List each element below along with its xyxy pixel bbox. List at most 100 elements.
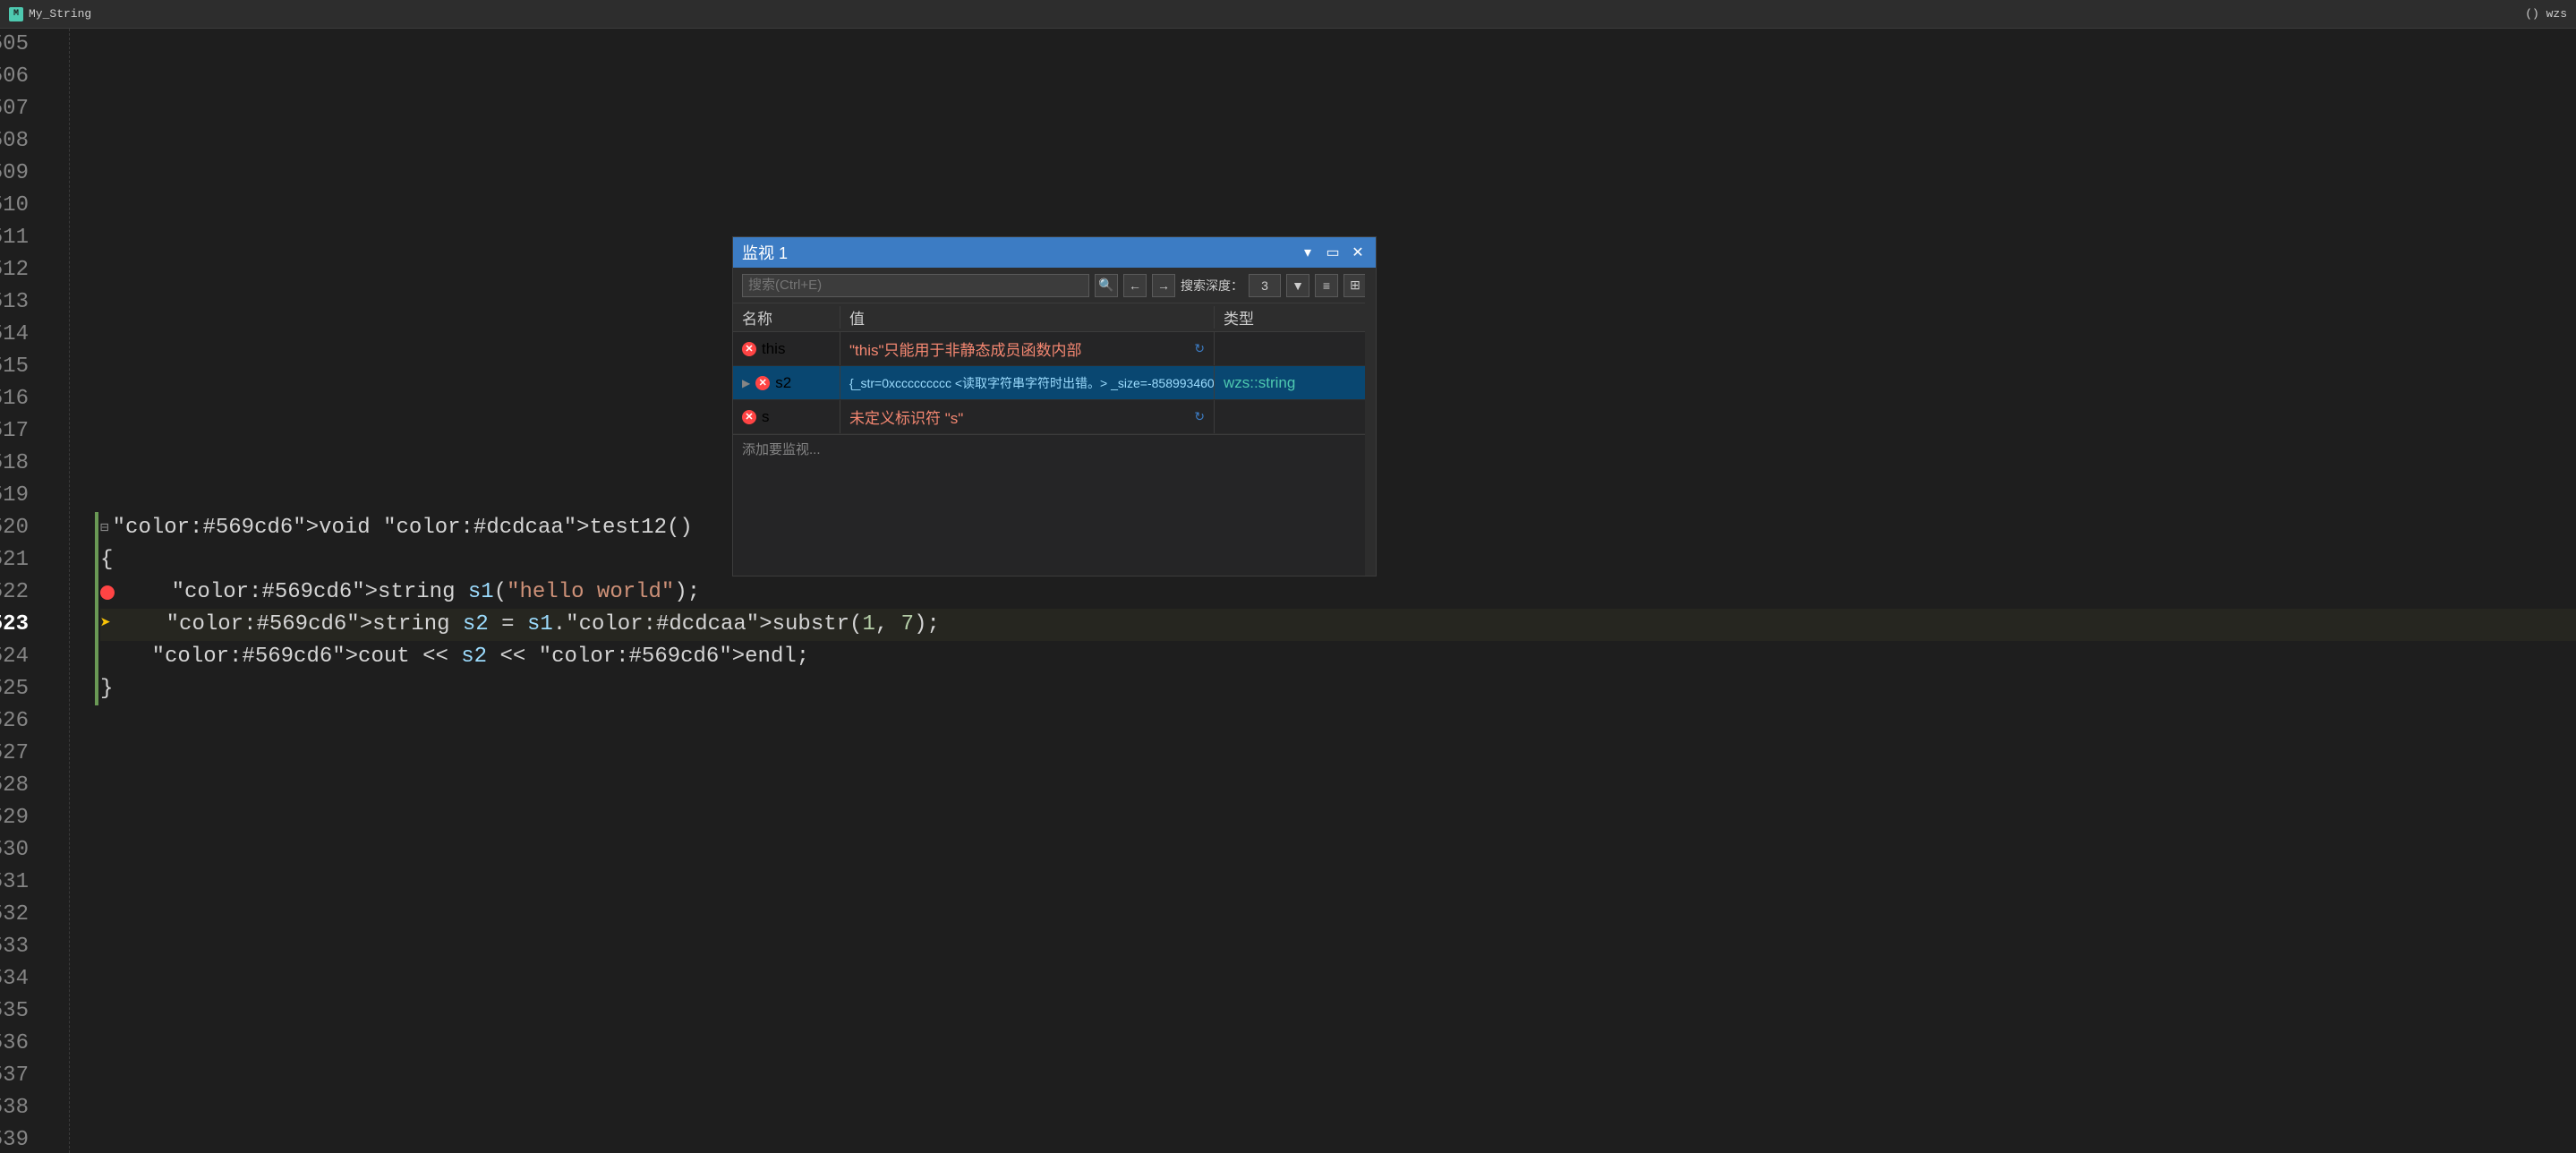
add-watch-label: 添加要监视...	[742, 440, 821, 458]
code-line-528	[100, 770, 2576, 802]
code-text-521: {	[100, 544, 113, 576]
line-number-526: 526	[0, 705, 41, 738]
refresh-icon-s[interactable]: ↻	[1194, 409, 1205, 424]
depth-down-btn[interactable]: ▼	[1286, 274, 1309, 297]
watch-cell-type-s	[1215, 400, 1376, 433]
code-panel: 5055065075085095105115125135145155165175…	[0, 29, 2576, 1153]
line-number-521: 521	[0, 544, 41, 576]
code-line-505	[100, 29, 2576, 61]
file-title: My_String	[29, 7, 91, 21]
watch-cell-type-s2: wzs::string	[1215, 366, 1376, 399]
code-line-531	[100, 867, 2576, 899]
code-content[interactable]: ⊟"color:#569cd6">void "color:#dcdcaa">te…	[91, 29, 2576, 1153]
settings-btn[interactable]: ⊞	[1343, 274, 1367, 297]
line-number-511: 511	[0, 222, 41, 254]
nav-forward-btn[interactable]: →	[1152, 274, 1175, 297]
watch-panel: 监视 1 ▾ ▭ ✕ 🔍 ← → 搜索深度： ▼ ≡ ⊞ 名称 值 类型 ✕ t…	[732, 236, 1377, 576]
refresh-icon-this[interactable]: ↻	[1194, 341, 1205, 356]
line-number-506: 506	[0, 61, 41, 93]
code-line-536	[100, 1028, 2576, 1060]
code-text-522: "color:#569cd6">string s1("hello world")…	[120, 576, 700, 609]
code-line-532	[100, 899, 2576, 931]
watch-title-buttons: ▾ ▭ ✕	[1299, 243, 1367, 261]
watch-cell-name-s: ✕ s	[733, 400, 840, 433]
watch-row-s[interactable]: ✕ s 未定义标识符 "s" ↻	[733, 400, 1376, 434]
code-line-523: ➤ "color:#569cd6">string s2 = s1."color:…	[100, 609, 2576, 641]
code-line-522: "color:#569cd6">string s1("hello world")…	[100, 576, 2576, 609]
code-line-533	[100, 931, 2576, 963]
line-number-536: 536	[0, 1028, 41, 1060]
watch-type-s2: wzs::string	[1224, 374, 1295, 392]
fold-indicator-520[interactable]: ⊟	[100, 512, 109, 544]
code-line-507	[100, 93, 2576, 125]
watch-close-btn[interactable]: ✕	[1349, 243, 1367, 261]
line-number-528: 528	[0, 770, 41, 802]
line-number-512: 512	[0, 254, 41, 286]
line-number-525: 525	[0, 673, 41, 705]
expand-arrow-s2[interactable]: ▶	[742, 377, 750, 389]
line-number-517: 517	[0, 415, 41, 448]
line-number-533: 533	[0, 931, 41, 963]
watch-row-s2[interactable]: ▶ ✕ s2 {_str=0xccccccccc <读取字符串字符时出错。> _…	[733, 366, 1376, 400]
line-number-534: 534	[0, 963, 41, 995]
add-watch-row[interactable]: 添加要监视...	[733, 434, 1376, 463]
line-number-523: 523	[0, 609, 41, 641]
code-text-520: "color:#569cd6">void "color:#dcdcaa">tes…	[113, 512, 693, 544]
nav-back-btn[interactable]: ←	[1123, 274, 1147, 297]
line-number-539: 539	[0, 1124, 41, 1153]
code-line-529	[100, 802, 2576, 834]
code-line-539	[100, 1124, 2576, 1153]
code-line-535	[100, 995, 2576, 1028]
current-arrow: ➤	[100, 609, 111, 641]
line-number-510: 510	[0, 190, 41, 222]
search-icon-btn[interactable]: 🔍	[1095, 274, 1118, 297]
code-text-524: "color:#569cd6">cout << s2 << "color:#56…	[100, 641, 809, 673]
line-number-513: 513	[0, 286, 41, 319]
watch-value-s: 未定义标识符 "s"	[849, 406, 963, 428]
code-line-509	[100, 158, 2576, 190]
watch-row-this[interactable]: ✕ this "this"只能用于非静态成员函数内部 ↻	[733, 332, 1376, 366]
code-line-538	[100, 1092, 2576, 1124]
watch-cell-name-s2: ▶ ✕ s2	[733, 366, 840, 399]
watch-pin-btn[interactable]: ▾	[1299, 243, 1317, 261]
line-number-507: 507	[0, 93, 41, 125]
code-line-526	[100, 705, 2576, 738]
code-line-537	[100, 1060, 2576, 1092]
error-icon-s: ✕	[742, 410, 756, 424]
code-line-510	[100, 190, 2576, 222]
watch-cell-type-this	[1215, 332, 1376, 365]
watch-name-s: s	[762, 408, 770, 426]
line-number-522: 522	[0, 576, 41, 609]
app-icon: M	[9, 7, 23, 21]
watch-name-this: this	[762, 340, 785, 358]
line-number-529: 529	[0, 802, 41, 834]
line-numbers: 5055065075085095105115125135145155165175…	[0, 29, 54, 1153]
line-number-515: 515	[0, 351, 41, 383]
code-line-527	[100, 738, 2576, 770]
line-number-538: 538	[0, 1092, 41, 1124]
filter-btn[interactable]: ≡	[1315, 274, 1338, 297]
code-line-508	[100, 125, 2576, 158]
line-number-530: 530	[0, 834, 41, 867]
watch-scrollbar[interactable]	[1365, 268, 1376, 576]
watch-restore-btn[interactable]: ▭	[1324, 243, 1342, 261]
title-bar: M My_String () wzs	[0, 0, 2576, 29]
code-line-534	[100, 963, 2576, 995]
depth-label: 搜索深度：	[1181, 277, 1243, 295]
watch-cell-name-this: ✕ this	[733, 332, 840, 365]
scope-indicator: () wzs	[2525, 7, 2567, 21]
line-number-518: 518	[0, 448, 41, 480]
breakpoint-gutter	[70, 29, 91, 1153]
code-line-530	[100, 834, 2576, 867]
line-number-508: 508	[0, 125, 41, 158]
line-number-514: 514	[0, 319, 41, 351]
line-number-524: 524	[0, 641, 41, 673]
watch-cell-value-s: 未定义标识符 "s" ↻	[840, 400, 1215, 433]
line-number-516: 516	[0, 383, 41, 415]
error-icon-s2: ✕	[755, 376, 770, 390]
breakpoint-522[interactable]	[100, 585, 115, 600]
depth-input[interactable]	[1249, 274, 1281, 297]
line-number-537: 537	[0, 1060, 41, 1092]
watch-search-input[interactable]	[742, 274, 1089, 297]
watch-table: 名称 值 类型 ✕ this "this"只能用于非静态成员函数内部 ↻ ▶ ✕…	[733, 303, 1376, 576]
